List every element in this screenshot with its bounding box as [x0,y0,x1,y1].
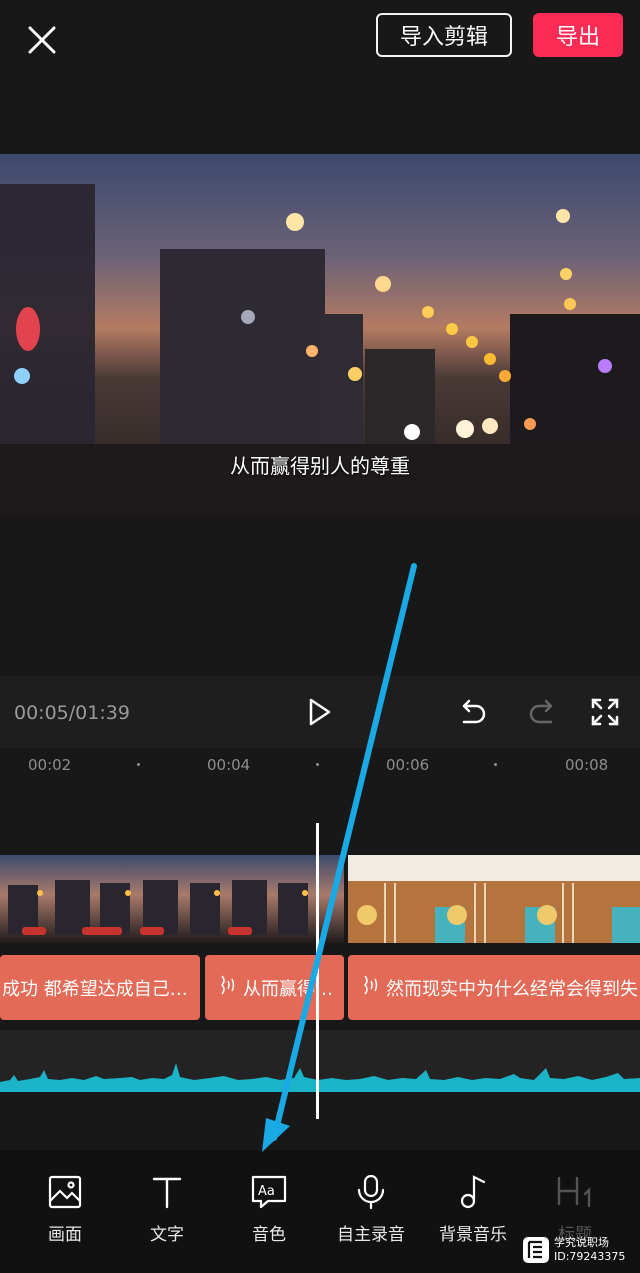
export-button[interactable]: 导出 [533,13,623,57]
watermark: 学究说职场 ID:79243375 [522,1236,640,1264]
play-icon[interactable] [303,696,335,728]
subtitle-clip[interactable]: 然而现实中为什么经常会得到失 [348,955,640,1020]
ruler-dot [494,763,497,766]
fullscreen-icon[interactable] [589,696,621,728]
subtitle-track: 成功 都希望达成自己的… 从而赢得… 然而现实中为什么经常会得到失 [0,955,640,1020]
audio-waveform [0,1063,640,1092]
text-icon [117,1174,217,1210]
image-icon [15,1174,115,1210]
redo-icon[interactable] [527,696,559,728]
voice-wave-icon [217,972,237,1003]
music-note-icon [423,1174,523,1210]
subtitle-clip-text: 从而赢得… [243,978,333,1000]
subtitle-clip-text: 成功 都希望达成自己的… [2,978,200,1000]
import-edit-button[interactable]: 导入剪辑 [376,13,512,57]
timeline-playhead[interactable] [316,823,319,1119]
ruler-tick: 00:06 [386,756,430,774]
tool-label: 背景音乐 [439,1225,507,1245]
tool-picture[interactable]: 画面 [15,1174,115,1245]
watermark-text: 学究说职场 ID:79243375 [554,1236,625,1264]
video-subtitle: 从而赢得别人的尊重 [230,454,410,478]
tool-text[interactable]: 文字 [117,1174,217,1245]
watermark-line1: 学究说职场 [554,1236,609,1249]
tool-label: 画面 [48,1225,82,1245]
voice-wave-icon [360,972,380,1003]
watermark-logo-icon [523,1237,549,1263]
video-preview[interactable]: 从而赢得别人的尊重 [0,154,640,516]
ruler-tick: 00:08 [565,756,609,774]
timecode: 00:05/01:39 [14,702,130,724]
tool-self-record[interactable]: 自主录音 [321,1174,421,1245]
audio-waveform-track[interactable] [0,1030,640,1092]
svg-text:Aa: Aa [258,1184,275,1199]
tool-voice-tone[interactable]: Aa 音色 [219,1174,319,1245]
voice-tone-icon: Aa [219,1174,319,1210]
video-track[interactable] [0,855,640,943]
watermark-line2: ID:79243375 [554,1250,626,1263]
playback-controls: 00:05/01:39 [0,676,640,748]
tool-background-music[interactable]: 背景音乐 [423,1174,523,1245]
subtitle-clip-text: 然而现实中为什么经常会得到失 [386,978,638,1000]
microphone-icon [321,1174,421,1210]
undo-icon[interactable] [456,696,488,728]
ruler-tick: 00:02 [28,756,72,774]
heading-icon [525,1174,625,1210]
subtitle-clip[interactable]: 成功 都希望达成自己的… [0,955,200,1020]
close-icon[interactable] [22,20,62,60]
tool-heading[interactable]: 标题 [525,1174,625,1245]
tool-label: 文字 [150,1225,184,1245]
ruler-dot [316,763,319,766]
video-thumbnails [0,855,640,943]
top-bar: 导入剪辑 导出 [0,0,640,80]
timeline-ruler: 00:02 00:04 00:06 00:08 [0,748,640,788]
subtitle-clip[interactable]: 从而赢得… [205,955,344,1020]
tool-label: 音色 [252,1225,286,1245]
ruler-tick: 00:04 [207,756,251,774]
ruler-dot [137,763,140,766]
tool-label: 自主录音 [337,1225,405,1245]
